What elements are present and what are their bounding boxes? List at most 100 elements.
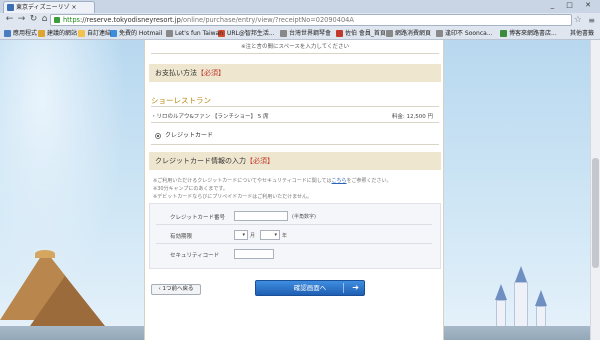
browser-toolbar: ← → ↻ ⌂ https://reserve.tokyodisneyresor…: [0, 13, 600, 27]
expiry-month-select[interactable]: ▾: [234, 230, 248, 240]
year-suffix: 年: [282, 233, 288, 239]
security-code-label: セキュリティコード: [170, 253, 220, 259]
bookmarks-bar: 博客來網路書店... 逢印不 Soonca... 網路消費網頁 佐伯 會員_首頁 台灣世…: [0, 27, 600, 40]
back-arrow-icon[interactable]: ←: [4, 14, 15, 25]
tab-strip: 東京ディズニーリゾ × _ □ ✕: [0, 0, 600, 13]
bookmark-item[interactable]: 應用程式: [4, 27, 37, 40]
restaurant-title: ショーレストラン: [151, 96, 211, 105]
address-bar[interactable]: https://reserve.tokyodisneyresort.jp/onl…: [50, 14, 572, 26]
cc-note-text: をご参照ください。: [346, 178, 392, 184]
browser-chrome: 東京ディズニーリゾ × _ □ ✕ ← → ↻ ⌂ https://reserv…: [0, 0, 600, 40]
forward-arrow-icon[interactable]: →: [16, 14, 27, 25]
bookmark-label: 免費的 Hotmail: [119, 30, 163, 37]
security-code-row: セキュリティコード: [156, 246, 432, 263]
reservation-panel: ※注と言の間にスペースを入力してください お支払い方法【必須】 ショーレストラン…: [144, 40, 444, 340]
input-note: ※注と言の間にスペースを入力してください: [240, 44, 350, 50]
bookmark-label: 網路消費網頁: [395, 30, 432, 37]
castle-spire: [515, 266, 527, 282]
order-item-amount: 料金: 12,500 円: [392, 112, 433, 120]
arrow-right-icon: ➔: [352, 283, 359, 292]
bookmark-item[interactable]: 逢印不 Soonca...: [436, 27, 493, 40]
url-path: /online/purchase/entry/view/?receiptNo=0…: [180, 16, 354, 24]
expiry-row: 有効期限 ▾ 月 ▾ 年: [156, 227, 432, 244]
card-number-input[interactable]: [234, 211, 288, 221]
rock-illustration: [30, 276, 105, 326]
cc-note-1: ※ご利用いただけるクレジットカードについてやセキュリティコードに関してはこちらを…: [153, 177, 392, 185]
cc-info-link[interactable]: こちら: [332, 178, 347, 184]
browser-tab[interactable]: 東京ディズニーリゾ ×: [3, 1, 95, 13]
bookmark-item[interactable]: URL@智邦生活...: [218, 27, 275, 40]
payment-option-credit-card[interactable]: クレジットカード: [155, 130, 213, 139]
reload-icon[interactable]: ↻: [28, 14, 39, 25]
bookmark-icon: [78, 30, 85, 37]
other-bookmarks-label: 其他書籤: [569, 30, 594, 37]
castle-spire: [495, 284, 507, 300]
radio-button[interactable]: [155, 132, 161, 139]
bookmark-icon: [38, 30, 45, 37]
payment-method-title: お支払い方法: [155, 69, 197, 77]
back-button-label: 1つ前へ戻る: [162, 286, 194, 292]
back-button[interactable]: ‹ 1つ前へ戻る: [151, 284, 201, 295]
cc-note-2: ※30分キャンプにのあくまです。: [153, 186, 228, 192]
home-icon[interactable]: ⌂: [39, 14, 50, 25]
bookmark-item[interactable]: 台灣世界鋼琴會: [280, 27, 331, 40]
bookmark-icon: [436, 30, 443, 37]
bookmark-icon: [336, 30, 343, 37]
payment-method-header: お支払い方法【必須】: [149, 64, 441, 82]
bookmark-icon: [4, 30, 11, 37]
other-bookmarks[interactable]: 其他書籤: [561, 27, 594, 40]
menu-icon[interactable]: ≡: [588, 15, 595, 26]
window-controls[interactable]: _ □ ✕: [551, 1, 596, 12]
cc-note-3: ※デビットカードならびにプリペイドカードはご利用いただけません。: [153, 194, 313, 200]
payment-option-label: クレジットカード: [165, 132, 214, 139]
divider: [151, 53, 439, 54]
bookmark-star-icon[interactable]: ☆: [574, 14, 582, 26]
button-divider: [343, 283, 344, 293]
bookmark-label: URL@智邦生活...: [227, 30, 275, 37]
expiry-label: 有効期限: [170, 234, 193, 240]
castle-spire: [535, 290, 547, 306]
bookmark-icon: [500, 30, 507, 37]
url-scheme: https: [63, 16, 80, 24]
security-code-input[interactable]: [234, 249, 274, 259]
bookmark-label: 建議的網站: [47, 30, 78, 37]
bookmark-icon: [166, 30, 173, 37]
page-viewport: ※注と言の間にスペースを入力してください お支払い方法【必須】 ショーレストラン…: [0, 40, 590, 340]
bookmark-label: 逢印不 Soonca...: [445, 30, 493, 37]
bookmark-label: 博客來網路書店...: [509, 30, 557, 37]
bookmark-item[interactable]: Let's fun Taiwan: [166, 27, 223, 40]
dropdown-caret-icon: ▾: [274, 232, 277, 238]
month-suffix: 月: [250, 233, 256, 239]
required-badge: 【必須】: [197, 69, 225, 77]
lock-icon: [54, 17, 60, 23]
divider: [151, 106, 439, 107]
divider: [151, 144, 439, 145]
bookmark-item[interactable]: 自訂連結: [78, 27, 111, 40]
currency-label: 円: [427, 114, 433, 120]
scrollbar-thumb[interactable]: [592, 158, 599, 268]
divider: [151, 122, 439, 123]
bookmark-label: 自訂連結: [87, 30, 112, 37]
page-scrollbar[interactable]: [590, 40, 600, 340]
confirm-button[interactable]: 確認画面へ ➔: [255, 280, 365, 296]
credit-card-notes: ※ご利用いただけるクレジットカードについてやセキュリティコードに関してはこちらを…: [153, 177, 392, 201]
volcano-top-illustration: [35, 250, 55, 258]
bookmark-item[interactable]: 建議的網站: [38, 27, 77, 40]
tab-title: 東京ディズニーリゾ ×: [16, 4, 77, 11]
bookmark-item[interactable]: 佐伯 會員_首頁: [336, 27, 386, 40]
bookmark-item[interactable]: 博客來網路書店...: [500, 27, 557, 40]
bookmark-item[interactable]: 網路消費網頁: [386, 27, 431, 40]
bookmark-label: Let's fun Taiwan: [175, 30, 223, 37]
card-number-row: クレジットカード番号 (半角数字): [156, 208, 432, 225]
card-number-hint: (半角数字): [292, 214, 316, 220]
back-chevron-icon: ‹: [158, 286, 161, 292]
amount-label: 料金:: [391, 114, 405, 120]
expiry-year-select[interactable]: ▾: [260, 230, 280, 240]
required-badge: 【必須】: [246, 157, 274, 165]
bookmark-label: 台灣世界鋼琴會: [289, 30, 332, 37]
credit-card-title: クレジットカード情報の入力: [155, 157, 246, 165]
favicon-icon: [7, 4, 14, 11]
credit-card-header: クレジットカード情報の入力【必須】: [149, 152, 441, 170]
bookmark-item[interactable]: 免費的 Hotmail: [110, 27, 162, 40]
bookmark-icon: [110, 30, 117, 37]
